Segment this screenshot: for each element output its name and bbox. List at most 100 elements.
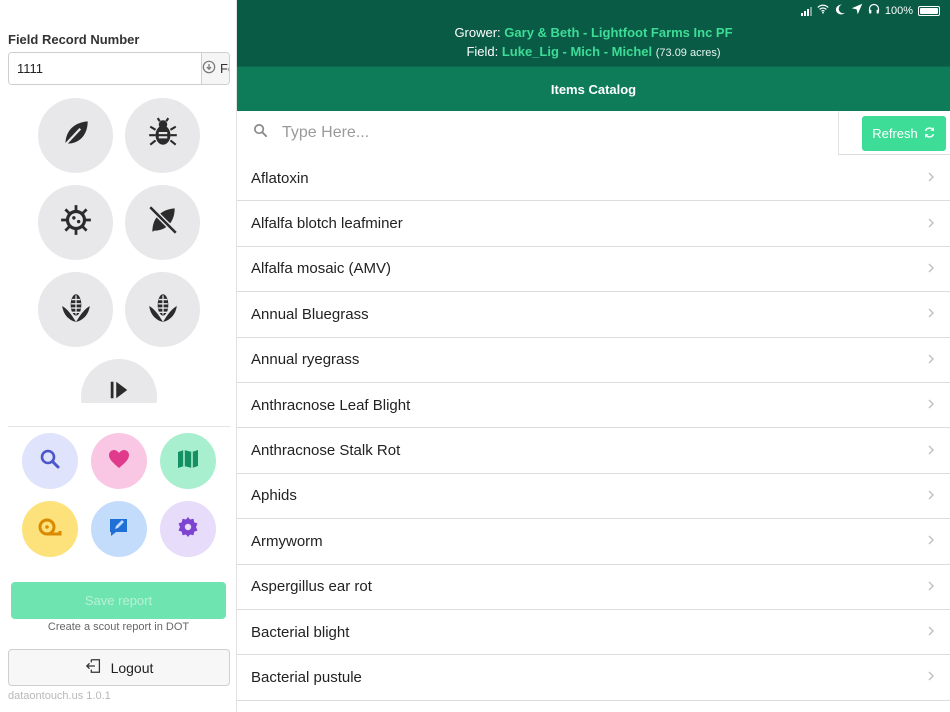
leaf-icon xyxy=(59,116,93,155)
signal-icon xyxy=(800,6,812,16)
catalog-list: Aflatoxin Alfalfa blotch leafminer Alfalfa… xyxy=(237,156,950,701)
app-version: dataontouch.us 1.0.1 xyxy=(8,690,111,702)
list-item-label: Bacterial blight xyxy=(251,623,350,641)
field-prefix: Field: xyxy=(466,44,499,59)
fetch-label: Fetch xyxy=(220,61,229,76)
header-info: 100% Grower: Gary & Beth - Lightfoot Far… xyxy=(237,0,950,66)
chevron-right-icon xyxy=(926,396,936,414)
corn-category-button-2[interactable] xyxy=(125,272,200,347)
corn-category-button[interactable] xyxy=(38,272,113,347)
list-item[interactable]: Bacterial pustule xyxy=(237,655,950,701)
field-record-input[interactable] xyxy=(9,53,201,84)
list-item[interactable]: Aspergillus ear rot xyxy=(237,564,950,610)
list-item[interactable]: Aflatoxin xyxy=(237,156,950,202)
save-report-button[interactable]: Save report xyxy=(11,582,226,619)
chevron-right-icon xyxy=(926,487,936,505)
list-item[interactable]: Annual Bluegrass xyxy=(237,292,950,338)
list-item-label: Armyworm xyxy=(251,532,323,550)
list-item[interactable]: Bacterial blight xyxy=(237,609,950,656)
leaf-slash-icon xyxy=(146,203,180,242)
heart-icon xyxy=(107,447,131,476)
virus-icon xyxy=(59,203,93,242)
settings-button[interactable] xyxy=(160,501,216,557)
field-record-row: Fetch xyxy=(8,52,230,85)
list-item-label: Alfalfa blotch leafminer xyxy=(251,215,403,233)
search-box xyxy=(237,111,839,155)
list-item[interactable]: Annual ryegrass xyxy=(237,337,950,383)
next-button-wrapper xyxy=(81,359,157,403)
sidebar: Field Record Number Fetch xyxy=(0,0,237,712)
list-item[interactable]: Anthracnose Leaf Blight xyxy=(237,382,950,429)
grower-prefix: Grower: xyxy=(454,25,501,40)
logout-button[interactable]: Logout xyxy=(8,649,230,686)
chevron-right-icon xyxy=(926,169,936,187)
chevron-right-icon xyxy=(926,305,936,323)
headphones-icon xyxy=(868,3,880,18)
list-item[interactable]: Alfalfa blotch leafminer xyxy=(237,201,950,247)
page-title: Items Catalog xyxy=(237,66,950,111)
gear-icon xyxy=(176,515,200,544)
map-icon xyxy=(176,447,200,476)
chevron-right-icon xyxy=(926,623,936,641)
location-icon xyxy=(851,3,863,18)
list-item[interactable]: Anthracnose Stalk Rot xyxy=(237,428,950,474)
search-icon xyxy=(38,447,62,476)
list-item[interactable]: Aphids xyxy=(237,473,950,520)
map-button[interactable] xyxy=(160,433,216,489)
corn-icon xyxy=(146,290,180,329)
search-icon xyxy=(237,123,282,143)
chevron-right-icon xyxy=(926,260,936,278)
notes-button[interactable] xyxy=(91,501,147,557)
chevron-right-icon xyxy=(926,351,936,369)
chevron-right-icon xyxy=(926,668,936,686)
refresh-button[interactable]: Refresh xyxy=(862,116,946,151)
status-bar: 100% xyxy=(800,3,940,18)
chevron-right-icon xyxy=(926,532,936,550)
leaf-category-button[interactable] xyxy=(38,98,113,173)
list-item-label: Alfalfa mosaic (AMV) xyxy=(251,260,392,278)
list-item-label: Aspergillus ear rot xyxy=(251,578,372,596)
chevron-right-icon xyxy=(926,215,936,233)
search-input[interactable] xyxy=(282,124,838,142)
logout-icon xyxy=(85,657,103,678)
field-line: Field: Luke_Lig - Mich - Michel (73.09 a… xyxy=(237,44,950,59)
list-item-label: Anthracnose Stalk Rot xyxy=(251,442,401,460)
field-record-label: Field Record Number xyxy=(8,32,140,47)
chevron-right-icon xyxy=(926,578,936,596)
list-item-label: Aflatoxin xyxy=(251,169,309,187)
list-item[interactable]: Alfalfa mosaic (AMV) xyxy=(237,246,950,293)
search-row: Refresh xyxy=(237,111,950,155)
logout-label: Logout xyxy=(110,659,154,676)
wifi-icon xyxy=(817,3,829,18)
refresh-label: Refresh xyxy=(872,126,918,141)
moon-icon xyxy=(834,3,846,18)
search-tool-button[interactable] xyxy=(22,433,78,489)
tape-measure-icon xyxy=(38,515,62,544)
next-button[interactable] xyxy=(81,359,157,403)
no-leaf-category-button[interactable] xyxy=(125,185,200,260)
field-acres: (73.09 acres) xyxy=(655,47,721,59)
grower-line: Grower: Gary & Beth - Lightfoot Farms In… xyxy=(237,25,950,40)
fetch-button[interactable]: Fetch xyxy=(201,53,229,84)
measure-button[interactable] xyxy=(22,501,78,557)
battery-icon xyxy=(918,5,940,16)
list-item-label: Annual Bluegrass xyxy=(251,305,369,323)
list-item-label: Annual ryegrass xyxy=(251,351,360,369)
download-circle-icon xyxy=(202,60,216,77)
list-item[interactable]: Armyworm xyxy=(237,519,950,565)
refresh-icon xyxy=(923,126,936,142)
favorites-button[interactable] xyxy=(91,433,147,489)
chevron-right-icon xyxy=(926,442,936,460)
list-item-label: Bacterial pustule xyxy=(251,668,362,686)
corn-icon xyxy=(59,290,93,329)
play-icon xyxy=(108,381,130,403)
bug-category-button[interactable] xyxy=(125,98,200,173)
save-report-caption: Create a scout report in DOT xyxy=(47,621,190,633)
sidebar-divider xyxy=(8,426,230,427)
main-panel: 100% Grower: Gary & Beth - Lightfoot Far… xyxy=(237,0,950,712)
disease-category-button[interactable] xyxy=(38,185,113,260)
field-name: Luke_Lig - Mich - Michel xyxy=(501,44,653,59)
bug-icon xyxy=(146,116,180,155)
grower-name: Gary & Beth - Lightfoot Farms Inc PF xyxy=(504,25,733,40)
battery-percent: 100% xyxy=(884,4,913,17)
